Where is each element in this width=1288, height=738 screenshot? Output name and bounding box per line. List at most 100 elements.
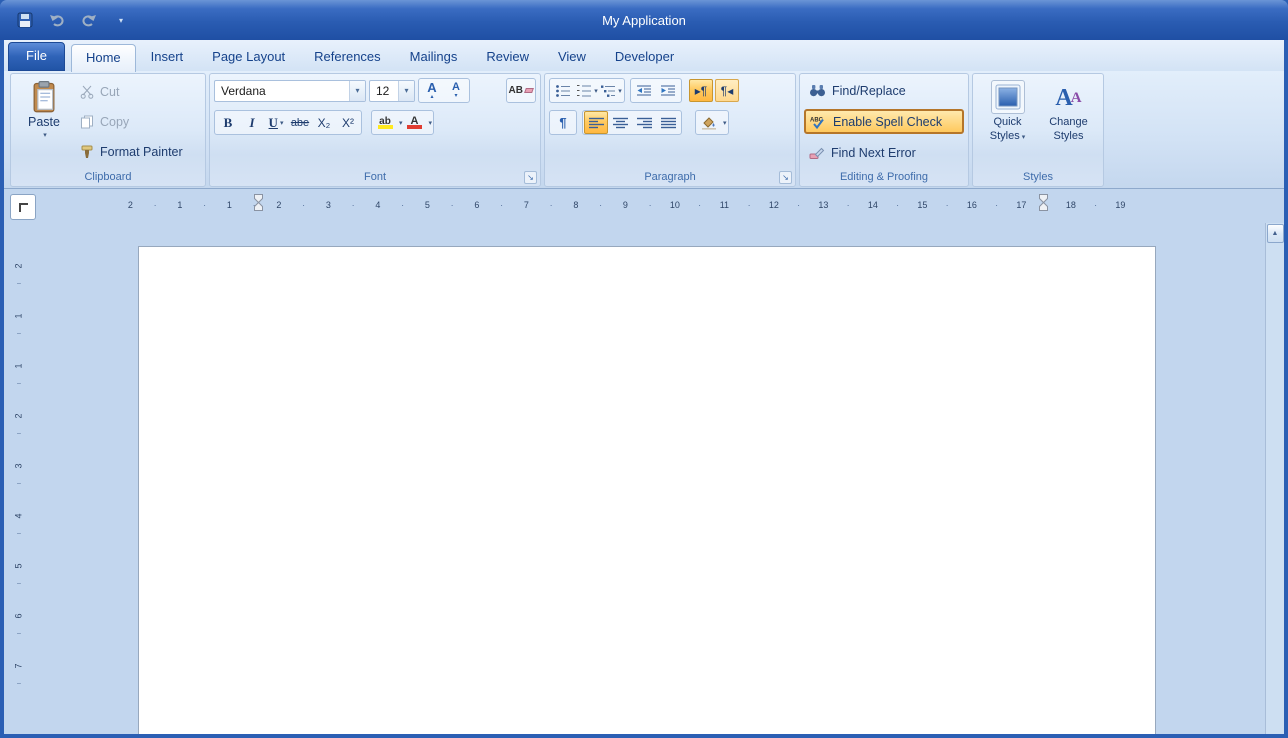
ruler-mark: 5 (424, 200, 430, 210)
tab-file[interactable]: File (8, 42, 65, 71)
ruler-tick: · (945, 200, 949, 210)
right-to-left-button[interactable]: ¶◂ (715, 79, 739, 102)
ruler-tick: · (648, 200, 652, 210)
subscript-button[interactable]: X₂ (312, 111, 336, 134)
tab-selector-button[interactable] (10, 194, 36, 220)
underline-button[interactable]: U ▾ (264, 111, 288, 134)
paste-button[interactable]: Paste ▾ (15, 78, 73, 168)
font-size-combo[interactable]: 12 ▾ (369, 79, 415, 102)
shading-dropdown-icon[interactable]: ▾ (723, 119, 727, 127)
justify-button[interactable] (656, 111, 680, 134)
ruler-tick: · (896, 200, 900, 210)
save-button[interactable] (14, 9, 36, 31)
ruler-tick: · (698, 200, 702, 210)
shrink-font-button[interactable]: A ▾ (444, 79, 468, 102)
align-left-icon (588, 117, 604, 129)
ruler-mark: 8 (573, 200, 579, 210)
find-next-error-button[interactable]: Find Next Error (804, 140, 964, 165)
font-size-dropdown-icon[interactable]: ▾ (398, 80, 414, 101)
tab-mailings[interactable]: Mailings (396, 44, 472, 71)
bullets-button[interactable] (551, 79, 575, 102)
tab-home[interactable]: Home (70, 44, 136, 72)
tab-review[interactable]: Review (472, 44, 543, 71)
multilevel-dropdown-icon[interactable]: ▾ (618, 87, 622, 95)
paragraph-dialog-launcher[interactable]: ↘ (779, 171, 792, 184)
quick-styles-dropdown-icon[interactable]: ▾ (1022, 134, 1026, 141)
tab-page-layout[interactable]: Page Layout (198, 44, 299, 71)
change-styles-button[interactable]: AA Change Styles (1040, 78, 1098, 168)
align-center-button[interactable] (608, 111, 632, 134)
find-next-error-label: Find Next Error (831, 145, 916, 160)
ruler-mark: 3 (325, 200, 331, 210)
ruler-tick: · (302, 200, 306, 210)
highlight-color-swatch (377, 124, 393, 129)
right-indent-marker[interactable] (1039, 194, 1048, 211)
tab-insert[interactable]: Insert (137, 44, 198, 71)
font-color-button[interactable]: A (403, 111, 427, 134)
tab-view[interactable]: View (544, 44, 600, 71)
font-dialog-launcher[interactable]: ↘ (524, 171, 537, 184)
ruler-mark: 1 (177, 200, 183, 210)
ruler-mark: 15 (917, 200, 928, 210)
double-a-icon: AA (1055, 85, 1082, 111)
redo-button[interactable] (78, 9, 100, 31)
format-painter-button[interactable]: Format Painter (77, 140, 201, 164)
chevron-down-icon: ▾ (118, 15, 123, 25)
increase-indent-button[interactable] (656, 79, 680, 102)
enable-spell-check-toggle[interactable]: ABC Enable Spell Check (804, 109, 964, 134)
highlight-dropdown-icon[interactable]: ▾ (399, 119, 403, 127)
ruler-mark: 18 (1065, 200, 1076, 210)
quick-styles-button[interactable]: Quick Styles ▾ (979, 78, 1037, 168)
clear-formatting-icon: AB (508, 85, 523, 96)
underline-dropdown-icon[interactable]: ▾ (280, 119, 284, 127)
grow-font-button[interactable]: A ▴ (420, 79, 444, 102)
change-styles-label-1: Change (1049, 116, 1088, 128)
ruler-mark: 6– (13, 613, 24, 637)
strikethrough-button[interactable]: abe (288, 111, 312, 134)
group-font: Verdana ▾ 12 ▾ A ▴ A ▾ AB B I U ▾ abe X₂… (209, 73, 541, 187)
show-marks-button[interactable]: ¶ (551, 111, 575, 134)
tab-references[interactable]: References (300, 44, 394, 71)
abc-checkmark-icon: ABC (810, 115, 827, 129)
align-left-button[interactable] (584, 111, 608, 134)
paste-label: Paste (28, 115, 60, 129)
numbering-dropdown-icon[interactable]: ▾ (594, 87, 598, 95)
font-group-label: Font ↘ (210, 168, 540, 186)
font-color-dropdown-icon[interactable]: ▾ (429, 119, 433, 127)
bold-button[interactable]: B (216, 111, 240, 134)
ruler-mark: 2– (13, 413, 24, 437)
undo-button[interactable] (46, 9, 68, 31)
scroll-up-button[interactable]: ▲ (1266, 224, 1284, 243)
font-name-value: Verdana (221, 83, 266, 98)
copy-button[interactable]: Copy (77, 110, 201, 134)
cut-button[interactable]: Cut (77, 80, 201, 104)
multilevel-list-button[interactable]: ▾ (599, 79, 623, 102)
numbering-button[interactable]: ▾ (575, 79, 599, 102)
undo-icon (49, 12, 65, 28)
clear-formatting-button[interactable]: AB (508, 79, 534, 102)
qat-more-button[interactable]: ▾ (110, 9, 132, 31)
italic-button[interactable]: I (240, 111, 264, 134)
decrease-indent-button[interactable] (632, 79, 656, 102)
shading-button[interactable] (697, 111, 721, 134)
ruler-mark: 4– (13, 513, 24, 537)
left-indent-marker[interactable] (254, 194, 263, 211)
document-page[interactable] (138, 246, 1156, 734)
window-title: My Application (602, 12, 686, 28)
find-replace-button[interactable]: Find/Replace (804, 78, 964, 103)
highlight-color-button[interactable]: ab (373, 111, 397, 134)
ruler-tick: · (747, 200, 751, 210)
font-name-dropdown-icon[interactable]: ▾ (349, 80, 365, 101)
vertical-scrollbar[interactable]: ▲ (1265, 223, 1284, 734)
left-to-right-button[interactable]: ▸¶ (689, 79, 713, 102)
quick-styles-label-2: Styles (989, 129, 1020, 142)
tab-developer[interactable]: Developer (601, 44, 688, 71)
ruler-tick: · (549, 200, 553, 210)
align-right-button[interactable] (632, 111, 656, 134)
paintbrush-icon (80, 145, 94, 159)
numbered-list-icon (576, 84, 592, 98)
superscript-button[interactable]: X² (336, 111, 360, 134)
redo-icon (81, 12, 97, 28)
font-name-combo[interactable]: Verdana ▾ (214, 79, 366, 102)
lines-justify-icon (660, 117, 676, 129)
